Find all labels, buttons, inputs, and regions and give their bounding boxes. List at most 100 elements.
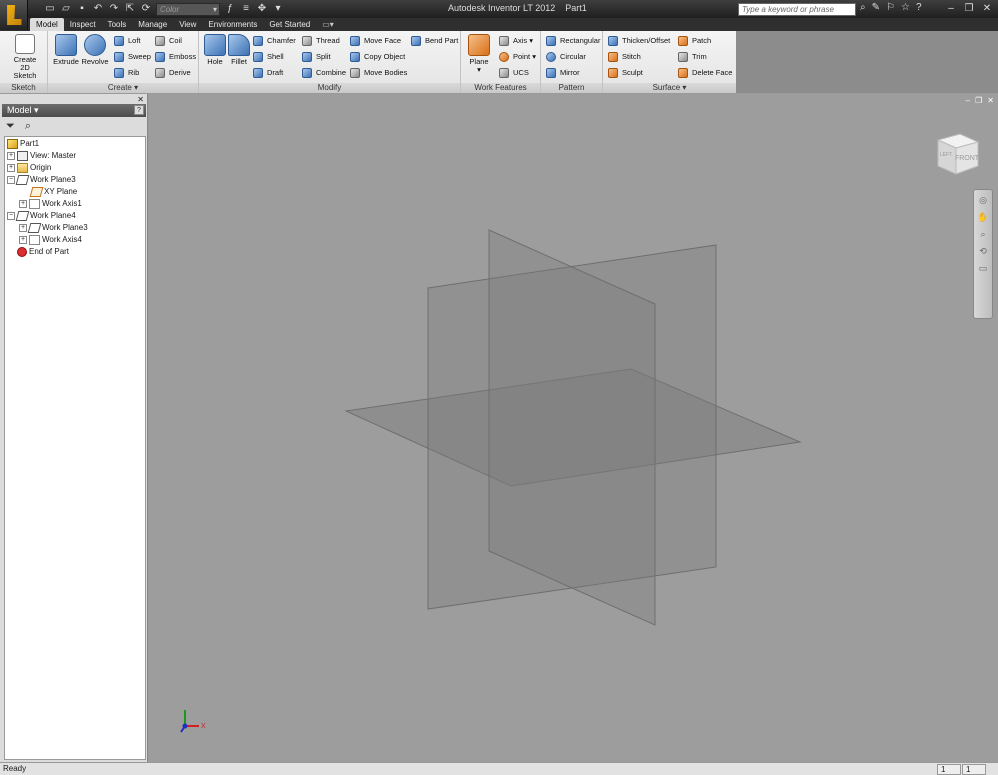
redo-icon[interactable]: ↷ xyxy=(108,3,120,15)
move-bodies-button[interactable]: Move Bodies xyxy=(350,66,407,79)
combine-button[interactable]: Combine xyxy=(302,66,346,79)
tree-item-xy-plane[interactable]: XY Plane xyxy=(29,186,77,198)
delete-face-button[interactable]: Delete Face xyxy=(678,66,732,79)
tab-get-started[interactable]: Get Started xyxy=(263,18,316,31)
sweep-button[interactable]: Sweep xyxy=(114,50,151,63)
save-icon[interactable]: ▪ xyxy=(76,3,88,15)
shell-button[interactable]: Shell xyxy=(253,50,284,63)
point-button[interactable]: Point ▾ xyxy=(499,50,536,63)
close-icon[interactable]: ✕ xyxy=(137,95,144,104)
look-at-icon[interactable]: ▭ xyxy=(976,261,990,275)
tree-item-work-plane4[interactable]: − Work Plane4 xyxy=(7,210,76,222)
expand-icon[interactable]: + xyxy=(7,164,15,172)
ribbon-options-icon[interactable]: ▭▾ xyxy=(316,18,340,31)
return-icon[interactable]: ⇱ xyxy=(124,3,136,15)
tree-label: Origin xyxy=(30,163,52,172)
rectangular-pattern-button[interactable]: Rectangular xyxy=(546,34,600,47)
tab-inspect[interactable]: Inspect xyxy=(64,18,102,31)
emboss-button[interactable]: Emboss xyxy=(155,50,196,63)
chevron-down-icon: ▾ xyxy=(34,105,39,115)
chamfer-button[interactable]: Chamfer xyxy=(253,34,296,47)
thread-label: Thread xyxy=(316,36,340,45)
tree-item-work-plane3-child[interactable]: + Work Plane3 xyxy=(19,222,88,234)
restore-icon[interactable]: ❐ xyxy=(962,2,976,15)
minimize-icon[interactable]: – xyxy=(944,2,958,15)
expand-icon[interactable]: + xyxy=(7,152,15,160)
fillet-button[interactable]: Fillet xyxy=(225,34,253,66)
fillet-label: Fillet xyxy=(231,57,247,66)
tree-item-part1[interactable]: Part1 xyxy=(7,138,39,150)
color-dropdown[interactable]: Color xyxy=(156,2,220,16)
filter-icon[interactable]: ⏷ xyxy=(6,120,15,133)
update-icon[interactable]: ⟳ xyxy=(140,3,152,15)
subscription-icon[interactable]: ⚐ xyxy=(886,2,895,13)
search-input[interactable]: Type a keyword or phrase xyxy=(738,3,856,16)
open-file-icon[interactable]: ▱ xyxy=(60,3,72,15)
browser-header[interactable]: Model ▾ ? xyxy=(2,104,146,117)
new-file-icon[interactable]: ▭ xyxy=(44,3,56,15)
create-2d-sketch-button[interactable]: Create 2D Sketch xyxy=(8,34,42,80)
tab-environments[interactable]: Environments xyxy=(202,18,263,31)
sculpt-button[interactable]: Sculpt xyxy=(608,66,643,79)
function-icon[interactable]: ƒ xyxy=(224,3,236,15)
thread-button[interactable]: Thread xyxy=(302,34,340,47)
steering-wheel-icon[interactable]: ◎ xyxy=(976,193,990,207)
binoculars-icon[interactable]: ⌕ xyxy=(860,2,866,13)
customize-qat-icon[interactable]: ▾ xyxy=(272,3,284,15)
tree-item-end-of-part[interactable]: End of Part xyxy=(17,246,69,258)
rib-button[interactable]: Rib xyxy=(114,66,139,79)
loft-button[interactable]: Loft xyxy=(114,34,141,47)
help-icon[interactable]: ? xyxy=(916,2,922,13)
tab-tools[interactable]: Tools xyxy=(102,18,133,31)
sculpt-icon xyxy=(608,68,618,78)
tools-icon[interactable]: ✎ xyxy=(872,2,880,13)
create-panel-label[interactable]: Create ▾ xyxy=(48,83,198,93)
binoculars-icon[interactable]: ⌕ xyxy=(25,120,31,133)
circular-pattern-button[interactable]: Circular xyxy=(546,50,586,63)
mirror-button[interactable]: Mirror xyxy=(546,66,580,79)
draft-button[interactable]: Draft xyxy=(253,66,283,79)
move-icon[interactable]: ✥ xyxy=(256,3,268,15)
bend-part-button[interactable]: Bend Part xyxy=(411,34,458,47)
graphics-viewport[interactable]: – ❐ ✕ FRONT LEFT ◎ ✋ ⌕ ⟲ ▭ X xyxy=(149,94,998,762)
coil-button[interactable]: Coil xyxy=(155,34,182,47)
expand-icon[interactable]: + xyxy=(19,200,27,208)
extrude-button[interactable]: Extrude xyxy=(52,34,80,66)
help-icon[interactable]: ? xyxy=(134,105,144,115)
patch-button[interactable]: Patch xyxy=(678,34,711,47)
pan-icon[interactable]: ✋ xyxy=(976,210,990,224)
zoom-icon[interactable]: ⌕ xyxy=(976,227,990,241)
tree-item-origin[interactable]: + Origin xyxy=(7,162,51,174)
expand-icon[interactable]: + xyxy=(19,236,27,244)
axis-button[interactable]: Axis ▾ xyxy=(499,34,533,47)
tree-item-view-master[interactable]: + View: Master xyxy=(7,150,76,162)
split-button[interactable]: Split xyxy=(302,50,331,63)
tree-item-work-axis4[interactable]: + Work Axis4 xyxy=(19,234,82,246)
orbit-icon[interactable]: ⟲ xyxy=(976,244,990,258)
move-face-button[interactable]: Move Face xyxy=(350,34,401,47)
thicken-offset-button[interactable]: Thicken/Offset xyxy=(608,34,670,47)
revolve-button[interactable]: Revolve xyxy=(81,34,109,66)
trim-button[interactable]: Trim xyxy=(678,50,707,63)
tab-view[interactable]: View xyxy=(173,18,202,31)
application-menu-button[interactable] xyxy=(0,0,28,30)
measure-icon[interactable]: ≡ xyxy=(240,3,252,15)
surface-panel-label[interactable]: Surface ▾ xyxy=(603,83,736,93)
ucs-button[interactable]: UCS xyxy=(499,66,529,79)
viewcube[interactable]: FRONT LEFT xyxy=(930,132,980,176)
tree-item-work-axis1[interactable]: + Work Axis1 xyxy=(19,198,82,210)
collapse-icon[interactable]: − xyxy=(7,212,15,220)
tab-manage[interactable]: Manage xyxy=(132,18,173,31)
expand-icon[interactable]: + xyxy=(19,224,27,232)
stitch-button[interactable]: Stitch xyxy=(608,50,641,63)
collapse-icon[interactable]: − xyxy=(7,176,15,184)
undo-icon[interactable]: ↶ xyxy=(92,3,104,15)
emboss-icon xyxy=(155,52,165,62)
tree-item-work-plane3[interactable]: − Work Plane3 xyxy=(7,174,76,186)
plane-button[interactable]: Plane ▾ xyxy=(465,34,493,74)
derive-button[interactable]: Derive xyxy=(155,66,191,79)
tab-model[interactable]: Model xyxy=(30,18,64,31)
star-icon[interactable]: ☆ xyxy=(901,2,910,13)
copy-object-button[interactable]: Copy Object xyxy=(350,50,405,63)
close-icon[interactable]: ✕ xyxy=(980,2,994,15)
